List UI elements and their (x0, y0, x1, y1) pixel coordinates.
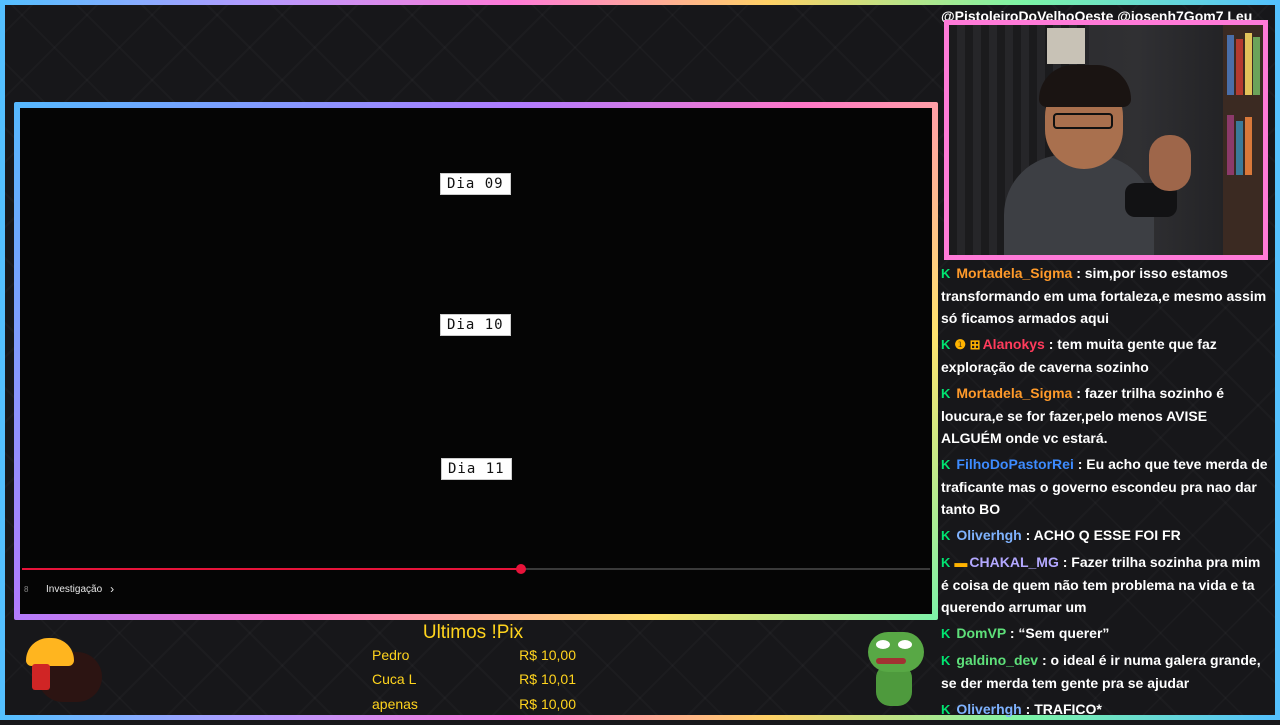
streamer-hand (1149, 135, 1191, 191)
pix-title: Ultimos !Pix (422, 622, 524, 643)
pix-row: Cuca L R$ 10,01 (372, 671, 576, 687)
pix-amount: R$ 10,00 (519, 696, 576, 712)
chat-username[interactable]: Mortadela_Sigma (956, 265, 1072, 281)
chat-username[interactable]: CHAKAL_MG (969, 554, 1058, 570)
chat-message: K❶ ⊞ Alanokys : tem muita gente que faz e… (941, 333, 1271, 378)
chat-message: K Oliverhgh : ACHO Q ESSE FOI FR (941, 524, 1271, 547)
kick-badge-icon: K (941, 653, 951, 668)
chat-username[interactable]: Oliverhgh (956, 527, 1021, 543)
chat-text: : “Sem querer” (1009, 625, 1110, 641)
pix-name: apenas (372, 696, 418, 712)
chat-message: K FilhoDoPastorRei : Eu acho que teve mer… (941, 453, 1271, 520)
mascot-left-icon (20, 628, 106, 708)
pix-name: Pedro (372, 647, 410, 663)
kick-badge-icon: K (941, 337, 951, 352)
webcam-frame (944, 20, 1268, 260)
extra-badge-icon: ▬ (954, 555, 968, 570)
day-label-2: Dia 10 (440, 314, 511, 336)
pix-amount: R$ 10,00 (519, 647, 576, 663)
pepe-frog-icon (862, 630, 928, 710)
progress-scrubber[interactable] (516, 564, 527, 574)
streamer-glasses (1053, 113, 1113, 129)
chapter-label[interactable]: Investigação (46, 584, 102, 595)
pix-name: Cuca L (372, 671, 417, 687)
kick-badge-icon: K (941, 528, 951, 543)
kick-badge-icon: K (941, 457, 951, 472)
progress-bar[interactable] (22, 564, 930, 574)
video-player[interactable]: Dia 09 Dia 10 Dia 11 8 Investigação › (20, 108, 932, 614)
kick-badge-icon: K (941, 386, 951, 401)
kick-badge-icon: K (941, 555, 951, 570)
pix-row: apenas R$ 10,00 (372, 696, 576, 712)
chat-username[interactable]: FilhoDoPastorRei (956, 456, 1073, 472)
progress-fill (22, 568, 522, 570)
chat-username[interactable]: galdino_dev (956, 652, 1038, 668)
video-player-frame: Dia 09 Dia 10 Dia 11 8 Investigação › (14, 102, 938, 620)
chapter-time: 8 (24, 584, 29, 594)
pix-amount: R$ 10,01 (519, 671, 576, 687)
day-label-3: Dia 11 (441, 458, 512, 480)
chat-text: : TRAFICO* (1025, 701, 1102, 717)
extra-badge-icon: ❶ ⊞ (954, 337, 981, 352)
kick-badge-icon: K (941, 702, 951, 717)
bookshelf (1223, 25, 1263, 255)
streamer-hair (1039, 65, 1131, 107)
day-label-1: Dia 09 (440, 173, 511, 195)
chat-message: K Mortadela_Sigma : sim,por isso estamos … (941, 262, 1271, 329)
chat-username[interactable]: Oliverhgh (956, 701, 1021, 717)
chevron-right-icon[interactable]: › (110, 582, 114, 596)
webcam-feed (949, 25, 1263, 255)
wall-poster (1047, 28, 1085, 64)
chat-message: K ▬ CHAKAL_MG : Fazer trilha sozinha pra m… (941, 551, 1271, 618)
kick-badge-icon: K (941, 266, 951, 281)
chat-username[interactable]: Alanokys (983, 336, 1045, 352)
chat-message: K DomVP : “Sem querer” (941, 622, 1271, 645)
pix-row: Pedro R$ 10,00 (372, 647, 576, 663)
chat-message: K Oliverhgh : TRAFICO* (941, 698, 1271, 721)
chat-text: : ACHO Q ESSE FOI FR (1025, 527, 1181, 543)
chat-panel: K Mortadela_Sigma : sim,por isso estamos … (941, 262, 1271, 725)
chapter-bar[interactable]: 8 Investigação › (24, 582, 114, 596)
kick-badge-icon: K (941, 626, 951, 641)
chat-username[interactable]: DomVP (956, 625, 1006, 641)
chat-username[interactable]: Mortadela_Sigma (956, 385, 1072, 401)
chat-message: K Mortadela_Sigma : fazer trilha sozinho … (941, 382, 1271, 449)
chat-message: Kgaldino_dev : o ideal é ir numa galera … (941, 649, 1271, 694)
